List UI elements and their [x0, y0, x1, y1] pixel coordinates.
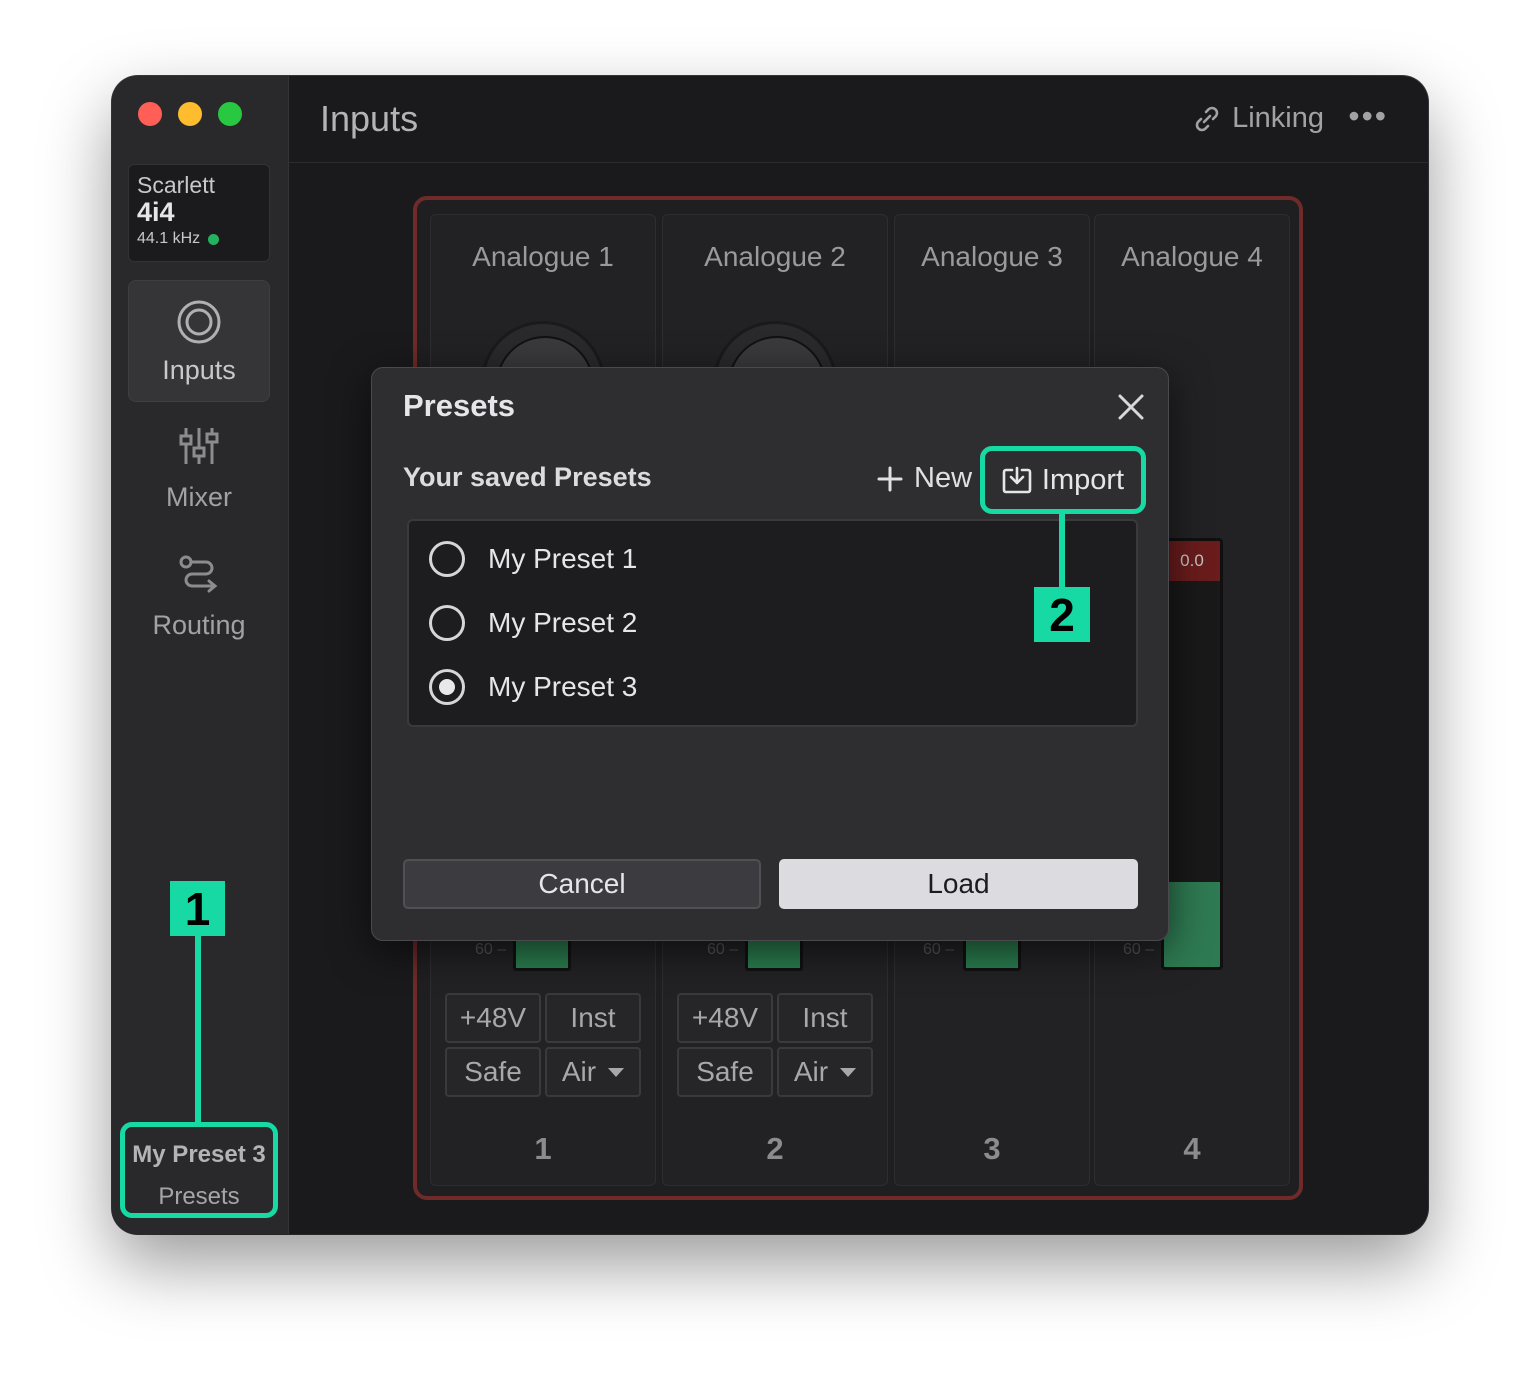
inputs-icon: [177, 300, 221, 344]
sidebar-item-inputs[interactable]: Inputs: [128, 280, 270, 402]
sidebar-item-routing[interactable]: Routing: [128, 536, 270, 658]
sample-rate: 44.1 kHz: [137, 230, 201, 247]
chevron-down-icon: [608, 1067, 625, 1077]
routing-icon: [179, 555, 218, 593]
callout-badge-2: 2: [1034, 587, 1090, 642]
device-status: 44.1 kHz: [137, 227, 261, 251]
cancel-button[interactable]: Cancel: [403, 859, 761, 909]
channel-number: 2: [766, 1131, 784, 1166]
preset-option-3[interactable]: My Preset 3: [429, 667, 637, 707]
linking-label: Linking: [1232, 102, 1324, 134]
device-card[interactable]: Scarlett 4i4 44.1 kHz: [128, 164, 270, 262]
minimize-window-button[interactable]: [178, 102, 202, 126]
channel-number: 3: [983, 1131, 1001, 1166]
clip-indicator[interactable]: 0.0: [1164, 541, 1220, 581]
meter-fill: [1164, 881, 1220, 967]
meter-scale-label: 60 –: [1123, 941, 1155, 958]
load-button[interactable]: Load: [779, 859, 1138, 909]
status-led-icon: [208, 233, 220, 245]
callout-line-1: [195, 934, 201, 1122]
presets-label: Presets: [158, 1183, 240, 1210]
level-meter-4: 0.0: [1161, 538, 1223, 970]
channel-number: 1: [534, 1131, 552, 1166]
import-icon: [1002, 466, 1032, 494]
sidebar-item-label: Mixer: [166, 482, 232, 512]
preset-name: My Preset 3: [488, 671, 638, 702]
callout-badge-1: 1: [170, 881, 225, 936]
safe-button[interactable]: Safe: [445, 1047, 541, 1097]
presets-dialog: Presets Your saved Presets New Import My…: [371, 367, 1169, 941]
current-preset-name: My Preset 3: [132, 1141, 266, 1168]
preset-name: My Preset 1: [488, 543, 638, 574]
inst-button[interactable]: Inst: [777, 993, 873, 1043]
radio-button[interactable]: [429, 605, 465, 641]
link-icon: [1195, 106, 1219, 131]
more-options-button[interactable]: •••: [1348, 98, 1388, 135]
new-label: New: [914, 462, 973, 494]
import-label: Import: [1041, 463, 1125, 496]
page-title: Inputs: [320, 98, 419, 139]
channel-title: Analogue 2: [704, 241, 846, 272]
radio-button[interactable]: [429, 541, 465, 577]
phantom-power-button[interactable]: +48V: [445, 993, 541, 1043]
air-dropdown[interactable]: Air: [777, 1047, 873, 1097]
meter-scale-label: 60 –: [923, 941, 955, 958]
current-preset-button[interactable]: My Preset 3 Presets: [120, 1122, 278, 1218]
preset-option-2[interactable]: My Preset 2: [429, 603, 637, 643]
chevron-down-icon: [840, 1067, 857, 1077]
mixer-icon: [179, 428, 219, 464]
import-preset-button[interactable]: Import: [980, 446, 1146, 514]
sidebar-item-mixer[interactable]: Mixer: [128, 408, 270, 530]
meter-scale-label: 60 –: [475, 941, 507, 958]
dialog-title: Presets: [403, 388, 516, 423]
preset-option-1[interactable]: My Preset 1: [429, 539, 637, 579]
sidebar-item-label: Inputs: [162, 355, 236, 385]
new-preset-button[interactable]: New: [876, 462, 972, 495]
meter-scale-label: 60 –: [707, 941, 739, 958]
preset-name: My Preset 2: [488, 607, 638, 638]
plus-icon: [877, 466, 903, 491]
air-label: Air: [561, 1056, 597, 1087]
device-brand: Scarlett: [137, 172, 215, 198]
safe-button[interactable]: Safe: [677, 1047, 773, 1097]
inst-button[interactable]: Inst: [545, 993, 641, 1043]
radio-button-selected[interactable]: [429, 669, 465, 705]
channel-title: Analogue 4: [1121, 241, 1263, 272]
preset-list: My Preset 1 My Preset 2 My Preset 3: [407, 519, 1138, 727]
device-model: 4i4: [137, 197, 175, 227]
channel-title: Analogue 1: [472, 241, 614, 272]
callout-line-2: [1059, 512, 1065, 590]
header: Inputs Linking •••: [289, 76, 1428, 163]
air-label: Air: [793, 1056, 829, 1087]
zoom-window-button[interactable]: [218, 102, 242, 126]
sidebar-item-label: Routing: [152, 610, 246, 640]
linking-button[interactable]: Linking: [1192, 102, 1324, 135]
saved-presets-heading: Your saved Presets: [403, 462, 652, 492]
phantom-power-button[interactable]: +48V: [677, 993, 773, 1043]
close-icon[interactable]: [1114, 390, 1148, 424]
air-dropdown[interactable]: Air: [545, 1047, 641, 1097]
channel-number: 4: [1183, 1131, 1201, 1166]
channel-title: Analogue 3: [921, 241, 1063, 272]
close-window-button[interactable]: [138, 102, 162, 126]
